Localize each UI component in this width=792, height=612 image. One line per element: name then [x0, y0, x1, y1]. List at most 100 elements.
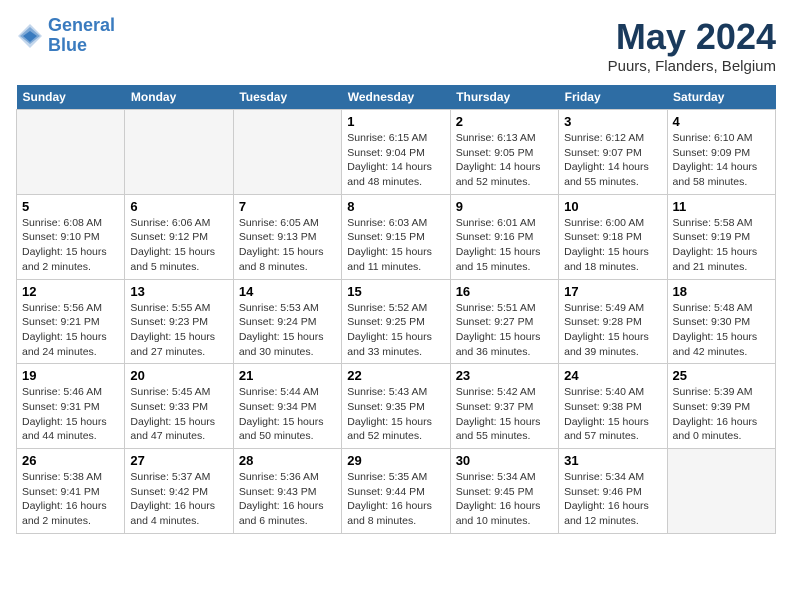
day-cell: 26 Sunrise: 5:38 AMSunset: 9:41 PMDayligh…: [17, 449, 125, 534]
logo-text: General Blue: [48, 16, 115, 56]
day-number: 13: [130, 284, 227, 299]
day-info: Sunrise: 5:53 AMSunset: 9:24 PMDaylight:…: [239, 301, 336, 360]
day-number: 20: [130, 368, 227, 383]
logo: General Blue: [16, 16, 115, 56]
day-cell: 7Sunrise: 6:05 AMSunset: 9:13 PMDaylight…: [233, 194, 341, 279]
day-cell: 22 Sunrise: 5:43 AMSunset: 9:35 PMDayligh…: [342, 364, 450, 449]
day-info: Sunrise: 5:34 AMSunset: 9:46 PMDaylight:…: [564, 470, 661, 529]
col-header-monday: Monday: [125, 85, 233, 110]
day-cell: 14 Sunrise: 5:53 AMSunset: 9:24 PMDayligh…: [233, 279, 341, 364]
day-info: Sunrise: 6:00 AMSunset: 9:18 PMDaylight:…: [564, 216, 661, 275]
logo-line1: General: [48, 15, 115, 35]
day-number: 14: [239, 284, 336, 299]
day-cell: 21 Sunrise: 5:44 AMSunset: 9:34 PMDayligh…: [233, 364, 341, 449]
day-number: 8: [347, 199, 444, 214]
day-number: 6: [130, 199, 227, 214]
day-info: Sunrise: 5:40 AMSunset: 9:38 PMDaylight:…: [564, 385, 661, 444]
day-number: 22: [347, 368, 444, 383]
logo-line2: Blue: [48, 35, 87, 55]
day-number: 28: [239, 453, 336, 468]
day-cell: 13 Sunrise: 5:55 AMSunset: 9:23 PMDayligh…: [125, 279, 233, 364]
day-number: 5: [22, 199, 119, 214]
day-info: Sunrise: 5:52 AMSunset: 9:25 PMDaylight:…: [347, 301, 444, 360]
day-cell: 29 Sunrise: 5:35 AMSunset: 9:44 PMDayligh…: [342, 449, 450, 534]
day-number: 10: [564, 199, 661, 214]
day-info: Sunrise: 6:13 AMSunset: 9:05 PMDaylight:…: [456, 131, 553, 190]
day-info: Sunrise: 6:15 AMSunset: 9:04 PMDaylight:…: [347, 131, 444, 190]
day-cell: [17, 110, 125, 195]
day-number: 26: [22, 453, 119, 468]
day-cell: 15 Sunrise: 5:52 AMSunset: 9:25 PMDayligh…: [342, 279, 450, 364]
day-cell: 1 Sunrise: 6:15 AMSunset: 9:04 PMDaylight…: [342, 110, 450, 195]
col-header-thursday: Thursday: [450, 85, 558, 110]
day-cell: 20 Sunrise: 5:45 AMSunset: 9:33 PMDayligh…: [125, 364, 233, 449]
day-cell: 31 Sunrise: 5:34 AMSunset: 9:46 PMDayligh…: [559, 449, 667, 534]
day-number: 25: [673, 368, 770, 383]
day-number: 29: [347, 453, 444, 468]
day-info: Sunrise: 5:51 AMSunset: 9:27 PMDaylight:…: [456, 301, 553, 360]
day-number: 12: [22, 284, 119, 299]
day-number: 31: [564, 453, 661, 468]
day-info: Sunrise: 6:10 AMSunset: 9:09 PMDaylight:…: [673, 131, 770, 190]
day-number: 11: [673, 199, 770, 214]
day-number: 18: [673, 284, 770, 299]
day-info: Sunrise: 6:12 AMSunset: 9:07 PMDaylight:…: [564, 131, 661, 190]
day-info: Sunrise: 5:44 AMSunset: 9:34 PMDaylight:…: [239, 385, 336, 444]
day-number: 3: [564, 114, 661, 129]
day-cell: 12 Sunrise: 5:56 AMSunset: 9:21 PMDayligh…: [17, 279, 125, 364]
day-number: 15: [347, 284, 444, 299]
day-info: Sunrise: 6:01 AMSunset: 9:16 PMDaylight:…: [456, 216, 553, 275]
day-cell: [667, 449, 775, 534]
col-header-wednesday: Wednesday: [342, 85, 450, 110]
day-number: 17: [564, 284, 661, 299]
day-number: 1: [347, 114, 444, 129]
week-row-5: 26 Sunrise: 5:38 AMSunset: 9:41 PMDayligh…: [17, 449, 776, 534]
day-number: 2: [456, 114, 553, 129]
day-cell: [233, 110, 341, 195]
page-header: General Blue May 2024 Puurs, Flanders, B…: [16, 16, 776, 75]
day-cell: 16Sunrise: 5:51 AMSunset: 9:27 PMDayligh…: [450, 279, 558, 364]
day-info: Sunrise: 5:56 AMSunset: 9:21 PMDaylight:…: [22, 301, 119, 360]
day-number: 19: [22, 368, 119, 383]
day-cell: 25Sunrise: 5:39 AMSunset: 9:39 PMDayligh…: [667, 364, 775, 449]
day-info: Sunrise: 5:37 AMSunset: 9:42 PMDaylight:…: [130, 470, 227, 529]
day-number: 23: [456, 368, 553, 383]
day-info: Sunrise: 5:42 AMSunset: 9:37 PMDaylight:…: [456, 385, 553, 444]
day-cell: 3 Sunrise: 6:12 AMSunset: 9:07 PMDaylight…: [559, 110, 667, 195]
day-cell: 27 Sunrise: 5:37 AMSunset: 9:42 PMDayligh…: [125, 449, 233, 534]
day-number: 27: [130, 453, 227, 468]
location: Puurs, Flanders, Belgium: [608, 58, 776, 75]
day-info: Sunrise: 5:55 AMSunset: 9:23 PMDaylight:…: [130, 301, 227, 360]
week-row-1: 1 Sunrise: 6:15 AMSunset: 9:04 PMDaylight…: [17, 110, 776, 195]
day-info: Sunrise: 5:49 AMSunset: 9:28 PMDaylight:…: [564, 301, 661, 360]
day-number: 30: [456, 453, 553, 468]
col-header-sunday: Sunday: [17, 85, 125, 110]
day-info: Sunrise: 5:38 AMSunset: 9:41 PMDaylight:…: [22, 470, 119, 529]
day-cell: 18 Sunrise: 5:48 AMSunset: 9:30 PMDayligh…: [667, 279, 775, 364]
day-number: 4: [673, 114, 770, 129]
day-number: 21: [239, 368, 336, 383]
day-cell: 30 Sunrise: 5:34 AMSunset: 9:45 PMDayligh…: [450, 449, 558, 534]
day-info: Sunrise: 6:06 AMSunset: 9:12 PMDaylight:…: [130, 216, 227, 275]
day-info: Sunrise: 6:08 AMSunset: 9:10 PMDaylight:…: [22, 216, 119, 275]
day-cell: 28Sunrise: 5:36 AMSunset: 9:43 PMDayligh…: [233, 449, 341, 534]
day-info: Sunrise: 5:35 AMSunset: 9:44 PMDaylight:…: [347, 470, 444, 529]
day-cell: 2 Sunrise: 6:13 AMSunset: 9:05 PMDaylight…: [450, 110, 558, 195]
month-title: May 2024: [608, 16, 776, 58]
day-cell: 10 Sunrise: 6:00 AMSunset: 9:18 PMDayligh…: [559, 194, 667, 279]
day-info: Sunrise: 5:46 AMSunset: 9:31 PMDaylight:…: [22, 385, 119, 444]
day-cell: 9Sunrise: 6:01 AMSunset: 9:16 PMDaylight…: [450, 194, 558, 279]
day-cell: [125, 110, 233, 195]
day-cell: 4 Sunrise: 6:10 AMSunset: 9:09 PMDaylight…: [667, 110, 775, 195]
col-header-saturday: Saturday: [667, 85, 775, 110]
day-number: 24: [564, 368, 661, 383]
day-info: Sunrise: 5:48 AMSunset: 9:30 PMDaylight:…: [673, 301, 770, 360]
day-info: Sunrise: 6:03 AMSunset: 9:15 PMDaylight:…: [347, 216, 444, 275]
day-info: Sunrise: 5:43 AMSunset: 9:35 PMDaylight:…: [347, 385, 444, 444]
day-info: Sunrise: 5:45 AMSunset: 9:33 PMDaylight:…: [130, 385, 227, 444]
day-info: Sunrise: 6:05 AMSunset: 9:13 PMDaylight:…: [239, 216, 336, 275]
day-cell: 19 Sunrise: 5:46 AMSunset: 9:31 PMDayligh…: [17, 364, 125, 449]
week-row-3: 12 Sunrise: 5:56 AMSunset: 9:21 PMDayligh…: [17, 279, 776, 364]
day-cell: 23 Sunrise: 5:42 AMSunset: 9:37 PMDayligh…: [450, 364, 558, 449]
day-info: Sunrise: 5:34 AMSunset: 9:45 PMDaylight:…: [456, 470, 553, 529]
